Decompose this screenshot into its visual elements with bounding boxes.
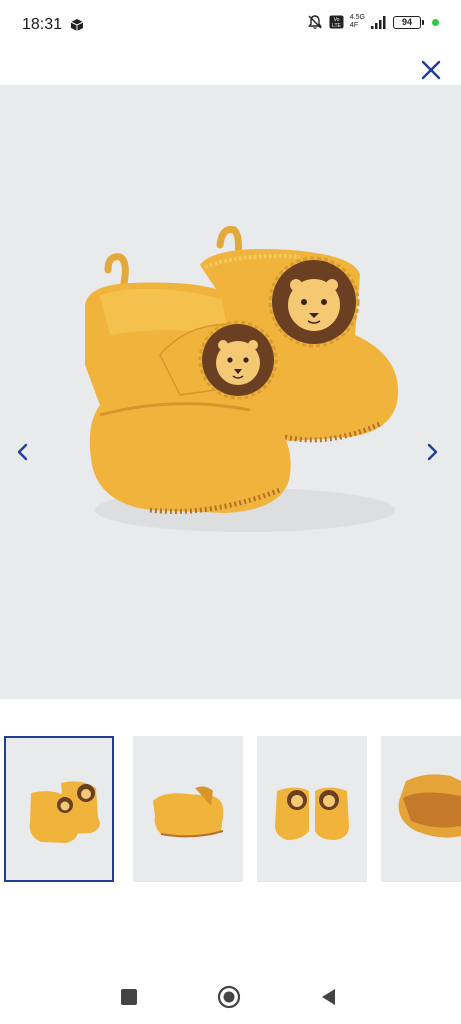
chevron-right-icon[interactable]: [423, 440, 443, 464]
thumbnail-4[interactable]: [381, 736, 461, 882]
battery-level: 94: [393, 15, 421, 29]
status-bar: 18:31 Vo LTE 4.5G 4F 94: [0, 0, 461, 52]
mute-bell-icon: [307, 15, 322, 29]
home-icon[interactable]: [216, 984, 242, 1010]
product-main-image[interactable]: [0, 85, 461, 699]
thumbnail-strip: [0, 736, 461, 886]
recent-apps-icon[interactable]: [116, 984, 142, 1010]
green-dot-icon: [432, 18, 439, 26]
svg-text:LTE: LTE: [332, 23, 341, 29]
back-icon[interactable]: [316, 984, 342, 1010]
status-icons: Vo LTE 4.5G 4F 94: [307, 14, 439, 30]
network-type-bottom: 4F: [349, 22, 358, 29]
status-time: 18:31: [22, 16, 63, 33]
close-icon[interactable]: [419, 58, 443, 82]
network-type: 4.5G 4F: [350, 14, 365, 30]
package-icon: [70, 19, 84, 31]
chevron-left-icon[interactable]: [12, 440, 32, 464]
network-type-top: 4.5G: [349, 14, 365, 21]
system-nav-bar: [0, 970, 461, 1024]
battery-icon: 94: [393, 15, 424, 29]
signal-icon: [371, 15, 386, 29]
thumbnail-1[interactable]: [4, 736, 114, 882]
product-photo: [85, 226, 399, 532]
volte-icon: Vo LTE: [329, 15, 344, 29]
thumbnail-3[interactable]: [257, 736, 367, 882]
thumbnail-2[interactable]: [133, 736, 243, 882]
